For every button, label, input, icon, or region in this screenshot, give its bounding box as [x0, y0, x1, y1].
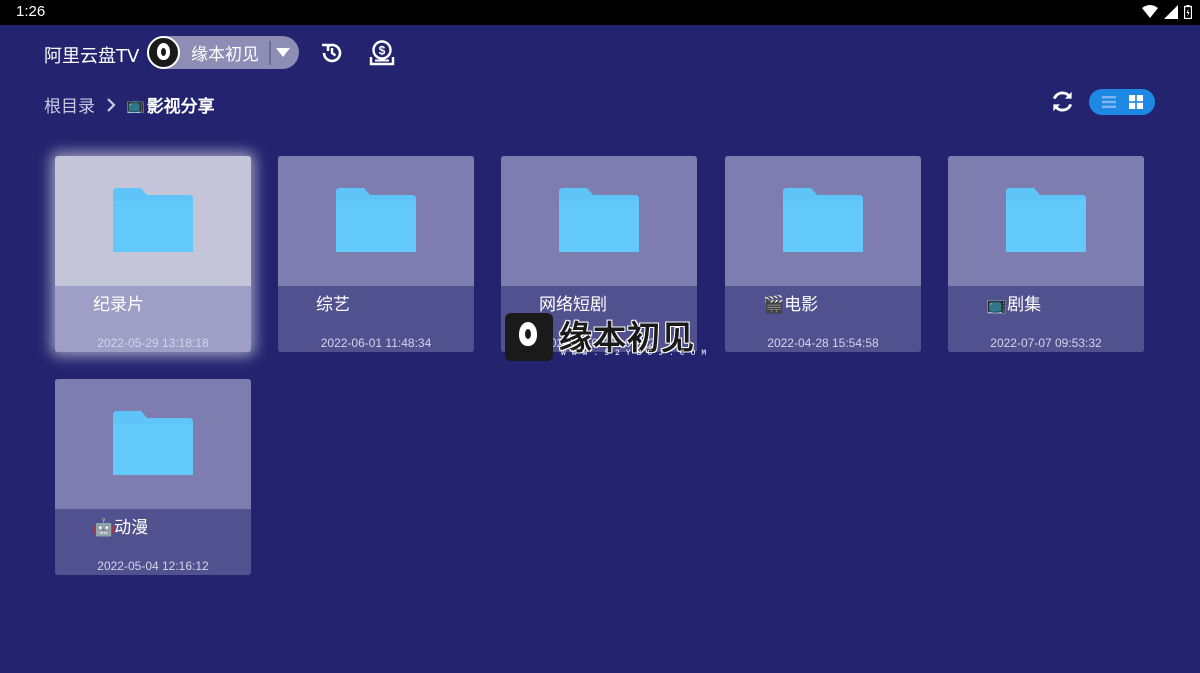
tv-emoji-icon: 📺: [126, 95, 145, 114]
folder-icon: [113, 188, 193, 252]
cell-signal-icon: [1164, 5, 1178, 19]
folder-date: 2022-04-28 15:54:58: [767, 336, 879, 350]
history-icon[interactable]: [319, 40, 345, 66]
folder-card[interactable]: 🤖动漫 2022-05-04 12:16:12: [55, 379, 251, 575]
folder-name: 综艺: [316, 295, 350, 315]
chevron-right-icon: [107, 97, 116, 112]
folder-card[interactable]: 🎬电影 2022-04-28 15:54:58: [725, 156, 921, 352]
watermark-logo-icon: [505, 313, 553, 361]
watermark-url: WWW.52YBCJ.COM: [561, 349, 713, 358]
wifi-icon: [1142, 5, 1158, 18]
folder-name: 📺剧集: [986, 295, 1042, 315]
folder-name: 🎬电影: [763, 295, 819, 315]
folder-name: 纪录片: [93, 295, 144, 315]
list-view-icon[interactable]: [1101, 95, 1117, 109]
folder-card[interactable]: 📺剧集 2022-07-07 09:53:32: [948, 156, 1144, 352]
folder-icon: [113, 411, 193, 475]
chevron-down-icon[interactable]: [269, 40, 295, 65]
app-title: 阿里云盘TV: [44, 46, 140, 67]
breadcrumb-current: 影视分享: [146, 97, 215, 117]
account-switcher[interactable]: 缘本初见: [147, 36, 299, 69]
folder-name: 🤖动漫: [93, 518, 149, 538]
view-mode-toggle[interactable]: [1089, 89, 1155, 115]
battery-icon: [1184, 5, 1192, 19]
folder-icon: [783, 188, 863, 252]
folder-date: 2022-05-04 12:16:12: [97, 559, 209, 573]
folder-date: 2022-06-01 11:48:34: [320, 336, 432, 350]
folder-card[interactable]: 纪录片 2022-05-29 13:18:18: [55, 156, 251, 352]
breadcrumb: 根目录 📺 影视分享: [44, 92, 215, 118]
status-bar: 1:26: [0, 0, 1200, 25]
breadcrumb-root[interactable]: 根目录: [44, 92, 95, 117]
folder-date: 2022-07-07 09:53:32: [990, 336, 1102, 350]
svg-text:$: $: [379, 44, 386, 58]
folder-icon: [559, 188, 639, 252]
folder-date: 2022-05-29 13:18:18: [97, 336, 209, 350]
refresh-icon[interactable]: [1050, 89, 1075, 114]
status-icons: [1142, 5, 1192, 19]
money-bag-icon[interactable]: $: [369, 40, 395, 66]
folder-icon: [336, 188, 416, 252]
avatar: [147, 36, 180, 69]
grid-view-icon[interactable]: [1128, 94, 1144, 110]
folder-card[interactable]: 综艺 2022-06-01 11:48:34: [278, 156, 474, 352]
watermark: 缘本初见 WWW.52YBCJ.COM: [505, 313, 706, 363]
status-time: 1:26: [16, 3, 46, 20]
folder-icon: [1006, 188, 1086, 252]
account-name: 缘本初见: [191, 45, 259, 65]
